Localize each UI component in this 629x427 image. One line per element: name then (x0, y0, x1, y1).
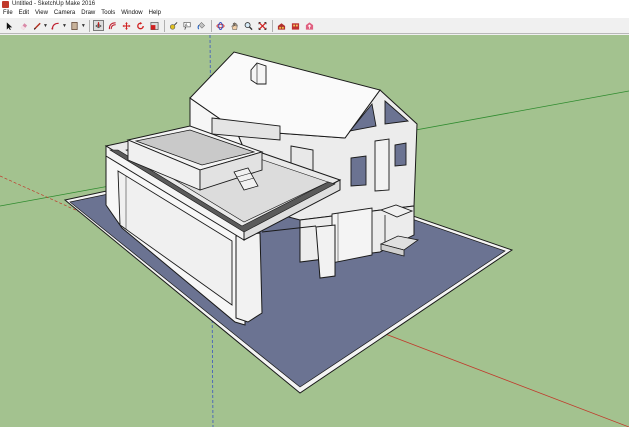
text-tool-icon: A (183, 21, 191, 30)
front-pillar[interactable] (235, 232, 263, 323)
share-model-button[interactable] (304, 20, 315, 31)
line-tool-button[interactable] (32, 20, 43, 31)
toolbar-separator (271, 19, 273, 32)
move-tool-icon (122, 21, 131, 30)
arc-tool-button[interactable] (50, 20, 61, 31)
shape-tool-icon (71, 21, 78, 30)
menu-bar: File Edit View Camera Draw Tools Window … (0, 9, 629, 18)
window-title: Untitled - SketchUp Make 2016 (12, 1, 96, 7)
tape-measure-tool-button[interactable] (168, 20, 179, 31)
menu-camera[interactable]: Camera (51, 9, 78, 18)
offset-tool-button[interactable] (107, 20, 118, 31)
eraser-tool-button[interactable] (18, 20, 29, 31)
menu-help[interactable]: Help (146, 9, 164, 18)
line-tool-icon (33, 22, 41, 30)
front-window-1[interactable] (350, 155, 367, 187)
sketchup-logo-icon (2, 1, 9, 8)
zoom-tool-button[interactable] (243, 20, 254, 31)
orbit-tool-button[interactable] (215, 20, 226, 31)
menu-file[interactable]: File (0, 9, 16, 18)
extension-warehouse-icon (292, 22, 300, 30)
select-tool-button[interactable] (4, 20, 15, 31)
arc-tool-dropdown-icon[interactable]: ▼ (62, 23, 67, 29)
pan-tool-icon (231, 22, 238, 30)
zoom-extents-tool-button[interactable] (257, 20, 268, 31)
warehouse-icon (278, 22, 286, 30)
front-window-2[interactable] (394, 142, 407, 167)
move-tool-button[interactable] (121, 20, 132, 31)
push-pull-tool-icon (95, 21, 103, 28)
paint-bucket-tool-icon (197, 21, 206, 30)
paint-bucket-tool-button[interactable] (196, 20, 207, 31)
tape-measure-tool-icon (170, 21, 178, 30)
model-scene (0, 35, 629, 427)
zoom-extents-tool-icon (258, 21, 267, 30)
toolbar-separator (88, 19, 90, 32)
line-tool-dropdown-icon[interactable]: ▼ (43, 23, 48, 29)
arc-tool-icon (51, 22, 60, 30)
shape-tool-dropdown-icon[interactable]: ▼ (81, 23, 86, 29)
shape-tool-button[interactable] (69, 20, 80, 31)
orbit-tool-icon (216, 21, 225, 30)
menu-tools[interactable]: Tools (98, 9, 118, 18)
rotate-tool-icon (137, 21, 145, 29)
menu-view[interactable]: View (32, 9, 51, 18)
modeling-viewport[interactable] (0, 35, 629, 427)
select-tool-icon (6, 21, 12, 30)
extension-warehouse-button[interactable] (290, 20, 301, 31)
menu-window[interactable]: Window (118, 9, 145, 18)
toolbar-separator (210, 19, 212, 32)
eraser-tool-icon (20, 22, 27, 30)
menu-edit[interactable]: Edit (16, 9, 32, 18)
menu-draw[interactable]: Draw (78, 9, 98, 18)
warehouse-button[interactable] (276, 20, 287, 31)
text-tool-button[interactable]: A (182, 20, 193, 31)
scale-tool-button[interactable] (149, 20, 160, 31)
front-door[interactable] (374, 138, 390, 192)
zoom-tool-icon (245, 21, 253, 30)
push-pull-tool-button[interactable] (93, 20, 105, 31)
pan-tool-button[interactable] (229, 20, 240, 31)
toolbar-separator (163, 19, 165, 32)
scale-tool-icon (150, 21, 159, 30)
getting-started-toolbar: ▼ ▼ ▼ A (0, 18, 629, 34)
share-model-icon (306, 21, 314, 30)
offset-tool-icon (109, 21, 117, 29)
rotate-tool-button[interactable] (135, 20, 146, 31)
